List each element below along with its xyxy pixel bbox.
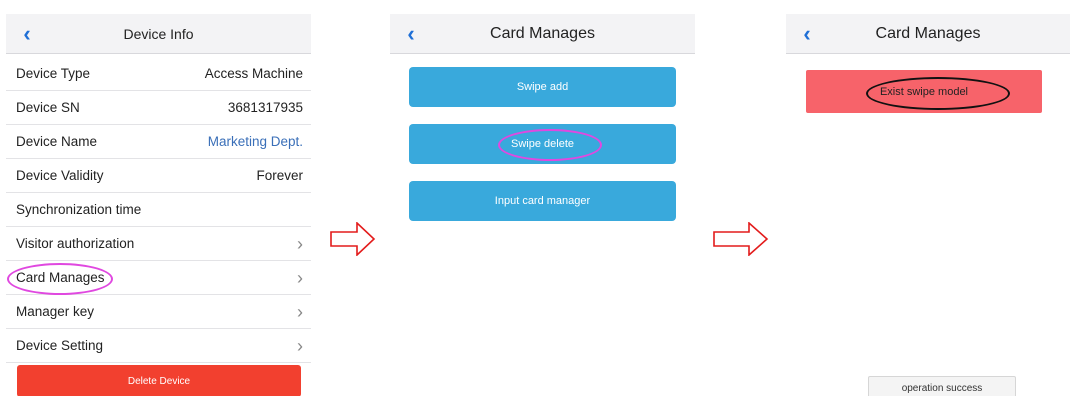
row-value: Access Machine: [204, 66, 303, 81]
row-label: Card Manages: [7, 263, 113, 295]
button-label: Swipe add: [516, 81, 569, 93]
row-visitor-authorization[interactable]: Visitor authorization ›: [6, 227, 311, 261]
back-chevron-icon[interactable]: ‹: [398, 14, 424, 54]
row-device-setting[interactable]: Device Setting ›: [6, 329, 311, 363]
chevron-right-icon: ›: [297, 335, 303, 356]
swipe-mode-alert[interactable]: Exist swipe model: [806, 70, 1042, 113]
card-manages-screen: ‹ Card Manages Swipe add Swipe delete In…: [390, 0, 695, 396]
device-info-screen: ‹ Device Info Device Type Access Machine…: [6, 0, 311, 396]
row-label: Device Setting: [16, 338, 104, 353]
row-card-manages[interactable]: Card Manages ›: [6, 261, 311, 295]
row-device-validity: Device Validity Forever: [6, 159, 311, 193]
row-device-sn: Device SN 3681317935: [6, 91, 311, 125]
row-value: 3681317935: [227, 100, 303, 115]
row-label: Manager key: [16, 304, 95, 319]
navbar: ‹ Device Info: [6, 14, 311, 54]
delete-device-button[interactable]: Delete Device: [17, 365, 301, 396]
operation-success-toast: operation success: [868, 376, 1016, 396]
card-manages-result-screen: ‹ Card Manages Exist swipe model operati…: [786, 0, 1070, 396]
row-label: Device Validity: [16, 168, 104, 183]
right-arrow-icon: [713, 222, 769, 256]
alert-text: Exist swipe model: [865, 76, 1011, 110]
page-title: Device Info: [123, 25, 194, 42]
row-manager-key[interactable]: Manager key ›: [6, 295, 311, 329]
row-device-type: Device Type Access Machine: [6, 57, 311, 91]
chevron-right-icon: ›: [297, 233, 303, 254]
chevron-right-icon: ›: [297, 267, 303, 288]
page-title: Card Manages: [875, 24, 981, 42]
button-label: Input card manager: [494, 195, 591, 207]
back-chevron-icon[interactable]: ‹: [794, 14, 820, 54]
back-chevron-icon[interactable]: ‹: [14, 14, 40, 54]
row-label: Visitor authorization: [16, 236, 135, 251]
navbar: ‹ Card Manages: [390, 14, 695, 54]
device-info-list: Device Type Access Machine Device SN 368…: [6, 57, 311, 363]
right-arrow-icon: [330, 222, 376, 256]
row-label: Device Type: [16, 66, 91, 81]
row-label: Device SN: [16, 100, 80, 115]
chevron-right-icon: ›: [297, 301, 303, 322]
row-value[interactable]: Marketing Dept.: [208, 134, 303, 149]
page-title: Card Manages: [490, 24, 595, 42]
row-label: Device Name: [16, 134, 98, 149]
navbar: ‹ Card Manages: [786, 14, 1070, 54]
swipe-add-button[interactable]: Swipe add: [409, 67, 676, 107]
swipe-delete-button[interactable]: Swipe delete: [409, 124, 676, 164]
row-value: Forever: [256, 168, 303, 183]
row-device-name[interactable]: Device Name Marketing Dept.: [6, 125, 311, 159]
row-label: Synchronization time: [16, 202, 142, 217]
row-synchronization-time: Synchronization time: [6, 193, 311, 227]
button-label: Swipe delete: [498, 129, 602, 161]
input-card-manager-button[interactable]: Input card manager: [409, 181, 676, 221]
